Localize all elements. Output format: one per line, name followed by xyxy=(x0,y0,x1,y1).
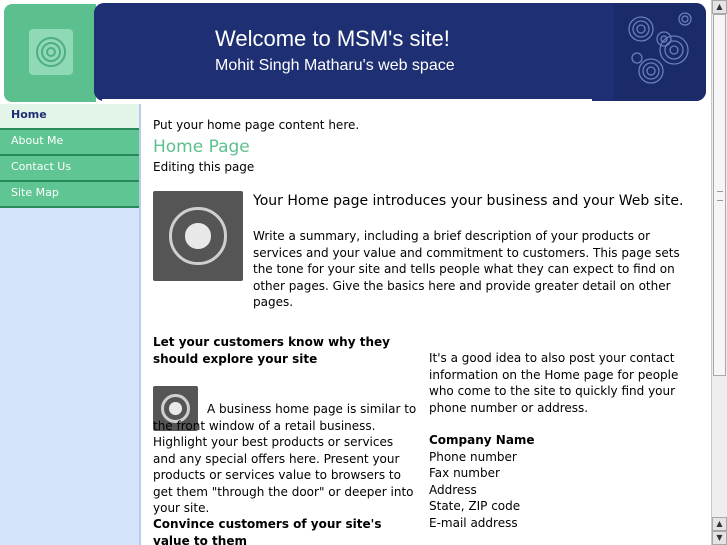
logo-tile xyxy=(29,29,73,75)
editing-text: Editing this page xyxy=(153,160,255,174)
site-header: Welcome to MSM's site! Mohit Singh Matha… xyxy=(0,0,711,104)
left-heading-1: Let your customers know why they should … xyxy=(153,335,390,366)
intro-title: Your Home page introduces your business … xyxy=(253,193,684,209)
company-name: Company Name xyxy=(429,433,535,447)
sidebar-item-about-me[interactable]: About Me xyxy=(0,130,139,156)
contact-paragraph: It's a good idea to also post your conta… xyxy=(429,351,679,415)
sidebar-item-contact-us[interactable]: Contact Us xyxy=(0,156,139,182)
left-heading-2: Convince customers of your site's value … xyxy=(153,517,382,545)
sidebar-nav: Home About Me Contact Us Site Map xyxy=(0,104,141,545)
scroll-up-arrow-lower[interactable]: ▲ xyxy=(712,517,727,531)
site-subtitle: Mohit Singh Matharu's web space xyxy=(215,57,455,74)
page: Welcome to MSM's site! Mohit Singh Matha… xyxy=(0,0,711,545)
spiral-circles-icon xyxy=(628,12,692,84)
scroll-down-button[interactable]: ▼ xyxy=(712,531,727,545)
sidebar-item-site-map[interactable]: Site Map xyxy=(0,182,139,208)
intro-body: Write a summary, including a brief descr… xyxy=(253,229,680,309)
fax-number: Fax number xyxy=(429,466,500,480)
grip-icon xyxy=(717,191,723,201)
placeholder-text: Put your home page content here. xyxy=(153,118,360,132)
sidebar-item-home[interactable]: Home xyxy=(0,104,139,130)
phone-number: Phone number xyxy=(429,450,517,464)
scroll-thumb[interactable] xyxy=(713,14,726,376)
concentric-circles-icon xyxy=(36,37,66,67)
vertical-scrollbar[interactable]: ▲ ▲ ▼ xyxy=(711,0,727,545)
left-paragraph: A business home page is similar to the f… xyxy=(153,402,417,515)
logo-panel xyxy=(4,4,96,102)
state-zip: State, ZIP code xyxy=(429,499,521,513)
page-title: Home Page xyxy=(153,137,250,157)
scroll-up-button[interactable]: ▲ xyxy=(712,0,727,14)
address: Address xyxy=(429,483,477,497)
banner-underline xyxy=(102,99,592,102)
site-title: Welcome to MSM's site! xyxy=(215,26,450,51)
email-address: E-mail address xyxy=(429,516,518,530)
banner-decoration xyxy=(614,3,706,101)
gears-image xyxy=(153,191,243,281)
